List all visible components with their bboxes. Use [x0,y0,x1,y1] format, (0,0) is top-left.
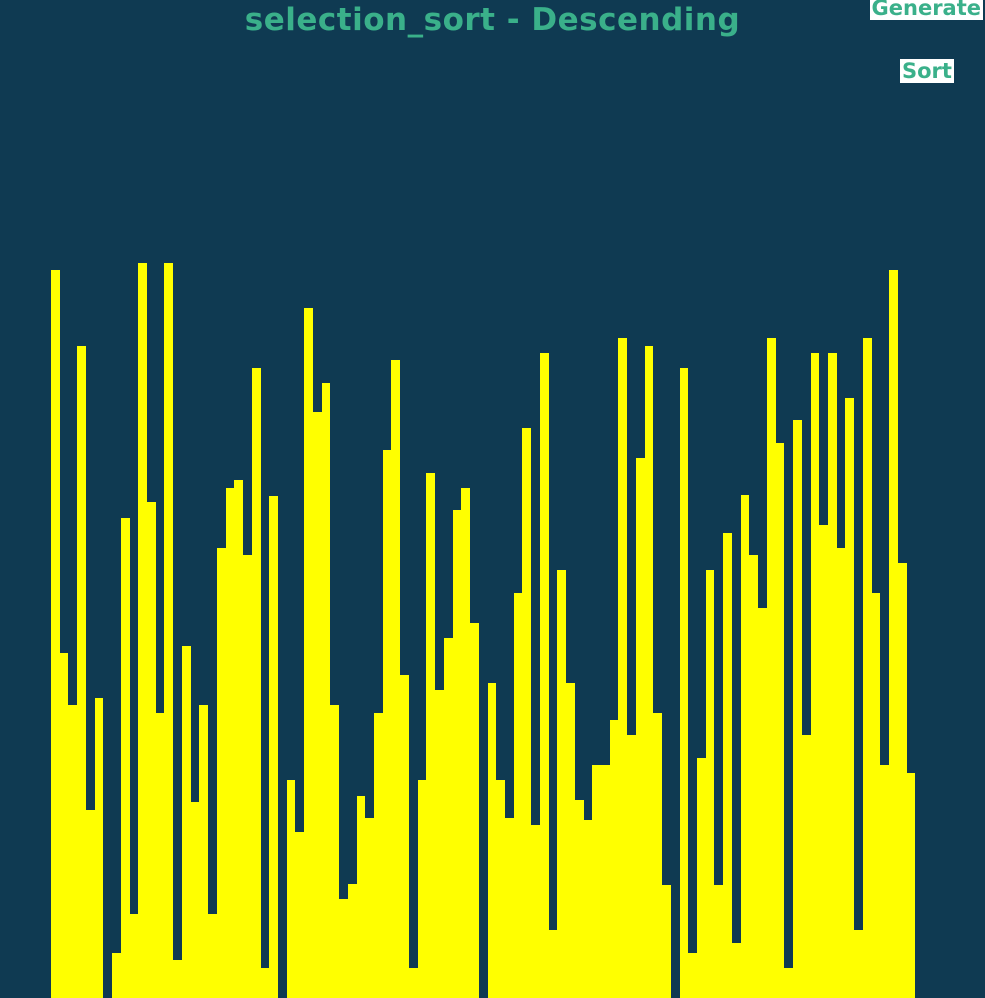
bar [147,502,156,998]
bar [130,914,138,998]
bar [907,773,915,998]
bar [461,488,470,998]
bar [208,914,217,998]
bar [880,765,889,998]
bar [610,720,618,998]
bar [653,713,662,998]
bar [837,548,845,998]
bar [348,884,357,998]
bar [357,796,365,998]
bar [470,623,479,998]
bar [566,683,575,998]
bar [182,646,191,998]
bar [531,825,540,998]
bar [156,713,164,998]
bar [802,735,811,998]
bar [330,705,339,998]
bar [68,705,77,998]
bar [243,555,252,998]
bar [173,960,182,998]
bar [819,525,828,998]
bar [505,818,514,998]
bar [688,953,697,998]
bar [138,263,147,998]
bar [522,428,531,998]
bar [313,412,322,998]
bar [409,968,418,998]
bar [121,518,130,998]
bar [77,346,86,998]
bar [252,368,261,998]
bar [418,780,426,998]
bar [662,885,671,998]
bar [383,450,391,998]
bar [488,683,496,998]
bar [199,705,208,998]
bar [60,653,68,998]
bar [322,383,330,998]
bar [234,480,243,998]
bar [845,398,854,998]
bar [51,270,60,998]
bar [261,968,269,998]
bar [95,698,103,998]
bar [863,338,872,998]
bar [776,443,784,998]
bar [854,930,863,998]
bar [784,968,793,998]
bar [226,488,234,998]
bar [898,563,907,998]
bar [828,353,837,998]
bar [453,510,461,998]
bar [793,420,802,998]
bar [889,270,898,998]
bar [601,765,610,998]
bar [391,360,400,998]
bar [758,608,767,998]
bar [191,802,199,998]
bar [723,533,732,998]
bar [164,263,173,998]
bar [374,713,383,998]
bar [697,758,706,998]
bar [592,765,601,998]
bar [514,593,522,998]
bar [549,930,557,998]
bar [575,800,584,998]
bar [217,548,226,998]
bar [444,638,453,998]
bar [540,353,549,998]
bar [627,735,636,998]
bar [112,953,121,998]
bar [645,346,653,998]
bar [435,690,444,998]
bar [811,353,819,998]
bar [680,368,688,998]
bar [557,570,566,998]
bar [732,943,741,998]
bar [618,338,627,998]
bar [86,810,95,998]
bar-visualization [0,0,985,998]
bar [400,675,409,998]
bar [636,458,645,998]
bar [741,495,749,998]
bar [295,832,304,998]
bar [269,496,278,998]
bar [706,570,714,998]
bar [287,780,295,998]
bar [426,473,435,998]
bar [872,593,880,998]
bar [365,818,374,998]
bar [496,780,505,998]
bar [584,820,592,998]
bar [767,338,776,998]
bar [339,899,348,998]
bar [749,555,758,998]
bar [714,885,723,998]
bar [304,308,313,998]
